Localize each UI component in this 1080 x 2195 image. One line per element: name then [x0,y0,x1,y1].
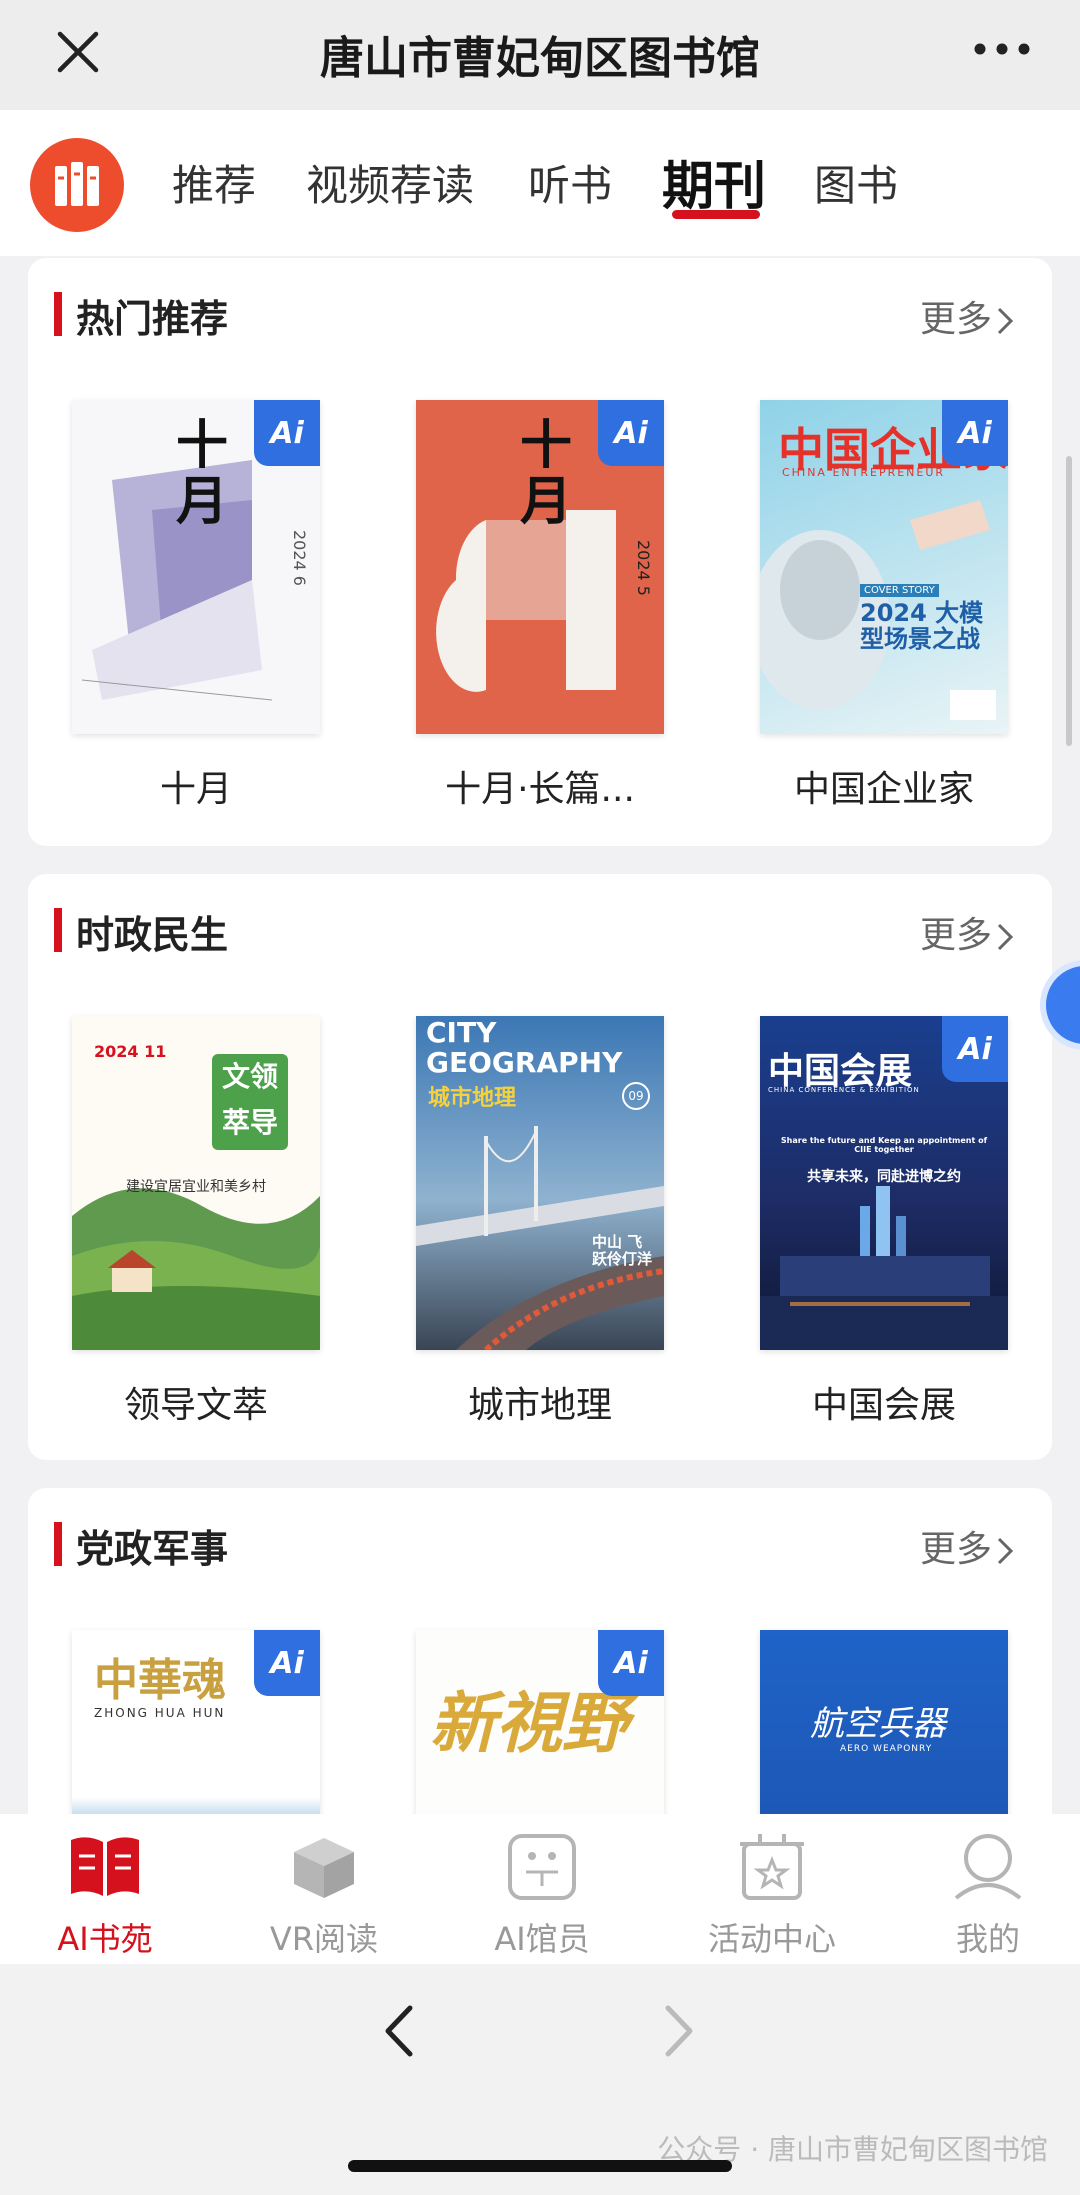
active-tab-indicator [672,210,760,219]
ai-badge: Ai [598,1630,664,1696]
user-icon [954,1834,1022,1900]
cover-subtitle: AERO WEAPONRY [840,1744,933,1754]
cover-image: 2024 11 文领 萃导 建设宜居宜业和美乡村 [72,1016,320,1350]
forward-arrow-icon[interactable] [664,2004,694,2058]
cover-story-tag: COVER STORY [860,584,939,597]
more-label: 更多 [919,299,992,340]
tab-audiobooks[interactable]: 听书 [528,152,612,213]
more-label: 更多 [919,915,992,956]
cover-image: 新視野 Ai [416,1630,664,1814]
cover-title: 十月 [176,415,229,532]
app-logo-icon[interactable] [30,138,124,232]
more-button[interactable]: 更多 [920,290,1014,342]
periodical-name: 十月·长篇... [445,769,635,810]
periodical-name: 中国企业家 [793,769,974,810]
page-title: 唐山市曹妃甸区图书馆 [320,33,760,84]
bottom-navigation: AI书苑 VR阅读 AI馆员 活动中心 我的 [0,1814,1080,1964]
nav-label: 活动中心 [707,1920,836,1958]
cover-image: 航空兵器 AERO WEAPONRY [760,1630,1008,1814]
cover-issue: 09 [622,1082,650,1110]
cover-caption-cn: 共享未来，同赴进博之约 [807,1169,961,1185]
tab-periodicals[interactable]: 期刊 [662,144,766,219]
back-arrow-icon[interactable] [384,2004,414,2058]
home-indicator[interactable] [348,2160,732,2172]
section-marker [54,908,62,952]
nav-label: 我的 [955,1920,1020,1958]
ai-badge: Ai [598,400,664,466]
category-tabs: 推荐 视频荐读 听书 期刊 图书 [0,110,1080,256]
cover-image: 中華魂 ZHONG HUA HUN Ai [72,1630,320,1814]
tab-video-reading[interactable]: 视频荐读 [306,152,474,213]
cover-caption: 中山 飞跃伶仃洋 [592,1233,653,1268]
cover-subtitle: CHINA ENTREPRENEUR [782,466,946,479]
cover-title: 航空兵器 [810,1704,946,1744]
nav-ai-library[interactable]: AI书苑 [25,1832,185,1960]
nav-activity-center[interactable]: 活动中心 [692,1832,852,1960]
cover-caption: 建设宜居宜业和美乡村 [126,1179,266,1195]
periodical-name: 十月 [159,769,232,810]
more-button[interactable]: 更多 [920,906,1014,958]
periodical-name: 城市地理 [467,1385,612,1426]
cover-title: 中華魂 [94,1655,226,1706]
cover-subtitle: CHINA CONFERENCE & EXHIBITION [768,1086,920,1094]
cover-image: 十月 2024 5 Ai [416,400,664,734]
cover-issue: 2024 6 [290,530,309,586]
title-bar: 唐山市曹妃甸区图书馆 [0,0,1080,110]
periodical-name: 中国会展 [811,1385,956,1426]
cover-badge-line2: 萃导 [221,1106,278,1139]
nav-label: AI馆员 [494,1920,590,1958]
more-label: 更多 [919,1529,992,1570]
chevron-right-icon [997,1537,1014,1565]
section-title: 党政军事 [76,1527,229,1571]
nav-ai-librarian[interactable]: AI馆员 [462,1832,622,1960]
cover-issue: 2024 5 [634,540,653,596]
section-party-military: 党政军事 更多 中華魂 ZHONG HUA HUN Ai 新視野 Ai 航空兵器… [28,1488,1052,1814]
cover-title: 十月 [520,415,573,532]
periodical-list[interactable]: 热门推荐 更多 十月 2024 6 Ai 十月 十月 2024 5 Ai 十月·… [0,256,1080,1814]
ai-badge: Ai [942,1016,1008,1082]
section-title: 热门推荐 [76,297,229,341]
more-button[interactable]: 更多 [920,1520,1014,1572]
chevron-right-icon [997,307,1014,335]
section-politics-livelihood: 时政民生 更多 2024 11 文领 萃导 建设宜居宜业和美乡村 领导文萃 CI… [28,874,1052,1460]
cover-image: 中国企业家 CHINA ENTREPRENEUR COVER STORY 202… [760,400,1008,734]
cube-icon [294,1838,354,1898]
tab-recommend[interactable]: 推荐 [172,152,256,213]
gift-icon [740,1834,804,1900]
ai-badge: Ai [254,1630,320,1696]
cover-badge: 文领 萃导 [212,1054,288,1150]
cover-badge-line1: 文领 [221,1060,278,1093]
section-marker [54,292,62,336]
nav-my-profile[interactable]: 我的 [908,1832,1068,1960]
section-marker [54,1522,62,1566]
ai-badge: Ai [942,400,1008,466]
cover-title-cn: 城市地理 [428,1086,517,1111]
book-icon [71,1837,139,1896]
nav-label: VR阅读 [269,1920,379,1958]
cover-headline: 2024 大模型场景之战 [860,599,984,653]
nav-label: AI书苑 [57,1920,153,1958]
ai-badge: Ai [254,400,320,466]
scrollbar[interactable] [1066,456,1072,746]
chevron-right-icon [997,923,1014,951]
section-title: 时政民生 [76,913,229,957]
nav-vr-reading[interactable]: VR阅读 [244,1832,404,1960]
cover-title-en: CITY GEOGRAPHY [426,1016,623,1079]
cover-subtitle: ZHONG HUA HUN [94,1706,226,1720]
robot-icon [508,1834,576,1900]
cover-image: CITY GEOGRAPHY 城市地理 09 中山 飞跃伶仃洋 [416,1016,664,1350]
section-hot: 热门推荐 更多 十月 2024 6 Ai 十月 十月 2024 5 Ai 十月·… [28,258,1052,846]
tab-books[interactable]: 图书 [814,152,898,213]
periodical-name: 领导文萃 [123,1385,268,1426]
cover-image: 中国会展 CHINA CONFERENCE & EXHIBITION Share… [760,1016,1008,1350]
cover-caption-en: Share the future and Keep an appointment… [780,1136,988,1154]
more-options-icon[interactable] [972,36,1032,62]
cover-issue: 2024 11 [94,1042,167,1061]
cover-image: 十月 2024 6 Ai [72,400,320,734]
